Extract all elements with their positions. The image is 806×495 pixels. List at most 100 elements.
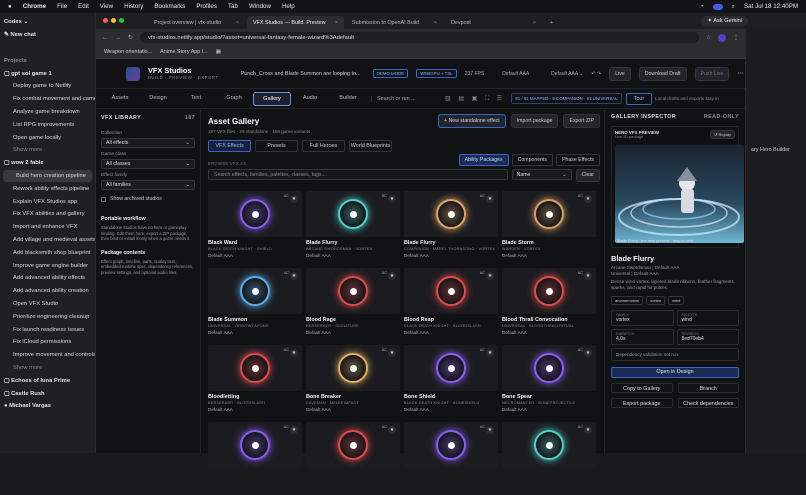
favorite-star-icon[interactable]: ★ — [486, 272, 494, 280]
effect-thumbnail[interactable]: AC ★ — [502, 422, 596, 468]
gallery-tab[interactable]: Full Heroes — [302, 140, 345, 152]
sidebar-row[interactable]: Prioritize engineering cleanup — [0, 310, 95, 323]
sidebar-row[interactable]: Add advanced ability creation — [0, 285, 95, 298]
browser-tab[interactable]: Devpost × — [445, 16, 542, 29]
sidebar-row[interactable]: List RPG improvements — [0, 118, 95, 131]
back-icon[interactable]: ← — [102, 35, 108, 41]
favorite-star-icon[interactable]: ★ — [584, 349, 592, 357]
new-effect-button[interactable]: + New standalone effect — [438, 114, 506, 128]
sidebar-row[interactable]: Fix iCloud permissions — [0, 336, 95, 349]
bookmark-0[interactable]: Weapon orientatio... — [104, 49, 152, 55]
forward-icon[interactable]: → — [115, 35, 121, 41]
browse-subtab[interactable]: Phase Effects — [556, 154, 600, 166]
hero-preview[interactable]: HERO VFX PREVIEW Live 3D package ↺ Repla… — [611, 126, 744, 248]
more-icon[interactable]: ⋯ — [737, 70, 743, 77]
effect-thumbnail[interactable]: AC ★ — [306, 191, 400, 237]
zoom-dot[interactable] — [119, 18, 124, 23]
import-package-button[interactable]: Import package — [510, 114, 559, 128]
push-live-button[interactable]: Push Live — [694, 66, 730, 81]
browse-subtab[interactable]: Components — [511, 154, 554, 166]
sort-select[interactable]: Name ⌄ — [511, 169, 572, 180]
ask-gemini-button[interactable]: ✦ Ask Gemini — [701, 16, 748, 26]
browser-tab[interactable]: Submission to OpenAI Build × — [346, 16, 443, 29]
gallery-tab[interactable]: VFX Effects — [208, 140, 251, 152]
menu-item-tab[interactable]: Tab — [228, 3, 238, 10]
gallery-tab[interactable]: World Blueprints — [349, 140, 392, 152]
tag-chip[interactable]: wind — [668, 296, 685, 305]
nav-tab-text[interactable]: Text — [177, 92, 215, 106]
nav-tab-graph[interactable]: Graph — [215, 92, 253, 106]
menu-item-history[interactable]: History — [124, 3, 143, 10]
undo-icon[interactable]: ↶ ↷ — [591, 71, 601, 77]
url-field[interactable]: vfx-studios.netlify.app/studio/?asset=un… — [140, 32, 699, 43]
effect-thumbnail[interactable]: AC ★ — [208, 191, 302, 237]
effect-thumbnail[interactable]: AC ★ — [306, 345, 400, 391]
tag-chip[interactable]: vortex — [646, 296, 666, 305]
effect-card[interactable]: AC ★ Black Ward BLACK DEATH KNIGHT · SHIELD… — [208, 191, 302, 264]
class-select[interactable]: All classes ⌄ — [101, 159, 195, 169]
effect-card[interactable]: AC ★ Blade Summon UNIVERSAL · ORBITWEAPONS D… — [208, 268, 302, 341]
effect-card[interactable]: AC ★ — [208, 422, 302, 495]
effect-thumbnail[interactable]: AC ★ — [208, 268, 302, 314]
search-icon[interactable]: ⌕ — [732, 3, 735, 11]
favorite-star-icon[interactable]: ★ — [486, 426, 494, 434]
sidebar-row[interactable]: Explain VFX Studios app — [0, 195, 95, 208]
sidebar-row[interactable]: Fix VFX abilities and gallery — [0, 208, 95, 221]
effect-thumbnail[interactable]: AC ★ — [404, 345, 498, 391]
sidebar-row[interactable]: ▢ wow 2 fable — [0, 157, 95, 170]
browse-subtab[interactable]: Ability Packages — [458, 154, 509, 166]
open-in-design-button[interactable]: Open in Design — [611, 367, 739, 378]
nav-tab-assets[interactable]: Assets — [101, 92, 139, 106]
collection-select[interactable]: All effects ⌄ — [101, 138, 195, 148]
effect-card[interactable]: AC ★ Blade Storm WARDEN · VORTEX Default AAA — [502, 191, 596, 264]
export-zip-button[interactable]: Export ZIP — [563, 114, 600, 128]
sidebar-row[interactable]: ✎ New chat — [0, 29, 95, 42]
sidebar-row[interactable]: Fix launch readiness issues — [0, 323, 95, 336]
sidebar-row[interactable]: Add village and medieval assets — [0, 234, 95, 247]
sidebar-row[interactable]: Analyze game breakdown — [0, 106, 95, 119]
effect-card[interactable]: AC ★ — [404, 422, 498, 495]
sidebar-row[interactable]: Rework ability effects pipeline — [0, 182, 95, 195]
sidebar-row[interactable]: ▢ Castle Rush — [0, 387, 95, 400]
sidebar-row[interactable]: Build hero creation pipeline — [3, 169, 92, 183]
favorite-star-icon[interactable]: ★ — [388, 426, 396, 434]
status-pill-icon[interactable] — [712, 3, 723, 10]
gallery-search-input[interactable]: Search effects, families, palettes, clas… — [208, 169, 508, 180]
favorite-star-icon[interactable]: ★ — [388, 272, 396, 280]
profile-icon[interactable] — [718, 33, 726, 42]
sidebar-row[interactable]: Deploy game to Netlify — [0, 80, 95, 93]
effect-card[interactable]: AC ★ Bone Spear NECROMANCER · BONEPROJECTIL… — [502, 345, 596, 418]
bookmark-star-icon[interactable]: ☆ — [706, 34, 711, 41]
export-package-button[interactable]: Export package — [611, 398, 673, 408]
favorite-star-icon[interactable]: ★ — [290, 195, 298, 203]
sidebar-row[interactable]: Show more — [0, 144, 95, 157]
effect-card[interactable]: AC ★ Blood Rage BERSERKER · SIGNATURE Defaul… — [306, 268, 400, 341]
favorite-star-icon[interactable]: ★ — [486, 195, 494, 203]
reload-icon[interactable]: ↻ — [128, 34, 133, 41]
checkbox-icon[interactable] — [101, 196, 106, 202]
preview-viewport[interactable] — [615, 145, 744, 243]
effect-card[interactable]: AC ★ Bloodletting BERSERKER · BLOODSLASH Def… — [208, 345, 302, 418]
effect-thumbnail[interactable]: AC ★ — [208, 345, 302, 391]
effect-card[interactable]: AC ★ Blood Thrall Convocation UNIVERSAL · B… — [502, 268, 596, 341]
apple-icon[interactable]: ● — [8, 3, 12, 10]
nav-tab-builder[interactable]: Builder — [329, 92, 367, 106]
browser-tab[interactable]: VFX Studios — Build. Preview × — [247, 16, 344, 29]
menu-item-file[interactable]: File — [57, 3, 67, 10]
download-draft-button[interactable]: Download Draft — [638, 66, 687, 81]
favorite-star-icon[interactable]: ★ — [486, 349, 494, 357]
sidebar-row[interactable]: Codex ⌄ — [0, 16, 95, 29]
close-dot[interactable] — [103, 18, 108, 23]
menu-item-help[interactable]: Help — [282, 3, 295, 10]
nav-tab-audio[interactable]: Audio — [291, 92, 329, 106]
effect-thumbnail[interactable]: AC ★ — [306, 268, 400, 314]
favorite-star-icon[interactable]: ★ — [290, 426, 298, 434]
sidebar-row[interactable]: Improve movement and controls — [0, 349, 95, 362]
clear-button[interactable]: Clear — [575, 169, 600, 182]
effect-thumbnail[interactable]: AC ★ — [404, 422, 498, 468]
replay-button[interactable]: ↺ Replay — [710, 130, 735, 139]
effect-card[interactable]: AC ★ Bone Shield BLACK DEATH KNIGHT · BONES… — [404, 345, 498, 418]
command-search[interactable]: Search or run ... — [371, 95, 445, 102]
favorite-star-icon[interactable]: ★ — [388, 349, 396, 357]
sidebar-row[interactable]: ▢ Echoes of Iuna Prime — [0, 374, 95, 387]
